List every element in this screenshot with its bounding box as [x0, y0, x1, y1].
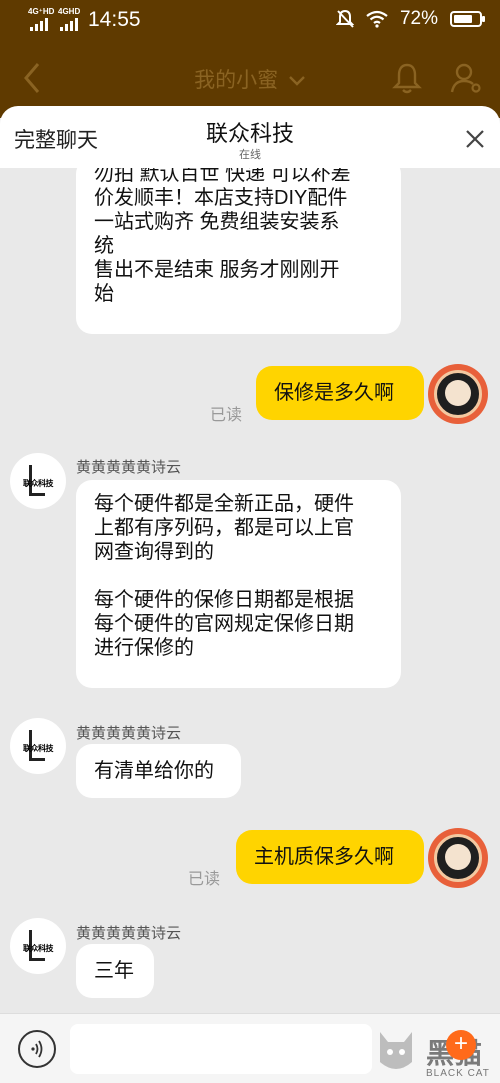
- plus-button[interactable]: +: [446, 1030, 476, 1060]
- battery-percent: 72%: [399, 8, 438, 29]
- read-receipt: 已读: [210, 407, 243, 424]
- wifi-icon: [366, 10, 388, 28]
- signal-icon: [30, 18, 48, 31]
- input-bar: 黑猫 + BLACK CAT: [0, 1013, 500, 1083]
- page-title-dropdown[interactable]: 我的小蜜: [0, 64, 500, 94]
- message-bubble: 保修是多久啊: [256, 366, 424, 420]
- shop-name: 联众科技: [205, 121, 294, 146]
- shop-avatar[interactable]: 联众科技: [10, 718, 66, 774]
- close-icon[interactable]: [464, 128, 486, 150]
- network-type: 4G⁺HD: [28, 7, 55, 16]
- mute-icon: [335, 9, 354, 28]
- battery-icon: [450, 11, 485, 27]
- message-bubble: 有清单给你的: [76, 744, 241, 798]
- chat-area[interactable]: 勿拍 默认百世 快递 可以补差 价发顺丰！本店支持DIY配件 一站式购齐 免费组…: [0, 168, 500, 1013]
- message-bubble: 主机质保多久啊: [236, 830, 424, 884]
- chevron-down-icon: [289, 76, 305, 86]
- voice-icon[interactable]: [18, 1030, 56, 1068]
- network-type-2: 4GHD: [58, 7, 81, 16]
- black-cat-logo-icon: [380, 1032, 412, 1069]
- online-status: 在线: [239, 149, 261, 161]
- message-bubble: 勿拍 默认百世 快递 可以补差 价发顺丰！本店支持DIY配件 一站式购齐 免费组…: [76, 168, 401, 334]
- my-avatar[interactable]: [428, 364, 488, 424]
- my-avatar[interactable]: [428, 828, 488, 888]
- message-bubble: 每个硬件都是全新正品，硬件 上都有序列码，都是可以上官 网查询得到的 每个硬件的…: [76, 480, 401, 688]
- sender-name: 黄黄黄黄黄诗云: [76, 459, 182, 476]
- signal-icon-2: [60, 18, 78, 31]
- chat-sheet-header: 完整聊天 联众科技 在线: [0, 106, 500, 168]
- page-title: 我的小蜜: [194, 69, 279, 92]
- status-bar: 4G⁺HD 4GHD 14:55 72%: [0, 0, 500, 40]
- message-bubble: 三年: [76, 944, 154, 998]
- message-input[interactable]: [70, 1024, 372, 1074]
- shop-avatar[interactable]: 联众科技: [10, 918, 66, 974]
- user-icon[interactable]: [450, 62, 482, 94]
- read-receipt: 已读: [188, 871, 221, 888]
- sender-name: 黄黄黄黄黄诗云: [76, 725, 182, 742]
- watermark-text: BLACK CAT: [426, 1068, 490, 1079]
- bell-icon[interactable]: [392, 62, 422, 94]
- sender-name: 黄黄黄黄黄诗云: [76, 925, 182, 942]
- clock: 14:55: [88, 8, 141, 31]
- shop-avatar[interactable]: 联众科技: [10, 453, 66, 509]
